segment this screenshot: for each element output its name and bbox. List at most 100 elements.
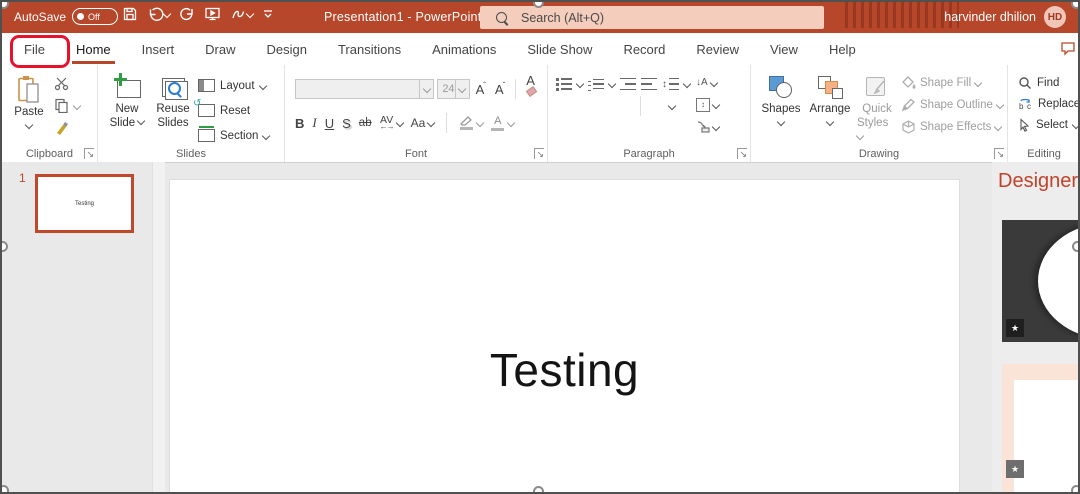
cut-button[interactable] [54, 73, 80, 94]
designer-suggestion-1[interactable]: ★ [1002, 220, 1080, 342]
chevron-down-icon[interactable] [73, 101, 81, 109]
slide-canvas[interactable]: Testing [170, 180, 959, 494]
copy-button[interactable] [54, 95, 80, 116]
align-text-icon: ↕ [696, 98, 710, 112]
chevron-down-icon [996, 100, 1004, 108]
chevron-down-icon[interactable] [576, 80, 584, 88]
chevron-down-icon[interactable] [163, 10, 171, 18]
shape-fill-button[interactable]: Shape Fill [901, 73, 1003, 92]
character-spacing-button[interactable]: AV←→ [380, 116, 394, 131]
font-dialog-launcher[interactable]: ↘ [534, 148, 544, 159]
text-direction-button[interactable]: ↓A [696, 73, 719, 92]
shape-fill-icon [901, 76, 916, 90]
clear-formatting-button[interactable]: A [523, 73, 547, 104]
search-bar[interactable] [480, 6, 824, 29]
clipboard-dialog-launcher[interactable]: ↘ [84, 148, 94, 159]
undo-button[interactable] [147, 6, 170, 22]
avatar[interactable]: HD [1044, 6, 1066, 28]
chevron-down-icon [25, 121, 33, 129]
autosave-switch[interactable]: Off [72, 8, 118, 25]
chevron-down-icon[interactable] [427, 119, 435, 127]
align-text-button[interactable]: ↕ [696, 95, 719, 114]
chevron-down-icon [137, 117, 145, 125]
search-input[interactable] [519, 10, 753, 26]
tab-insert[interactable]: Insert [140, 42, 177, 57]
thumbnail-scrollbar[interactable] [152, 162, 165, 492]
tab-slide-show[interactable]: Slide Show [525, 42, 594, 57]
decrease-indent-icon[interactable] [620, 78, 636, 91]
reset-button[interactable]: Reset [198, 100, 269, 121]
bullets-icon[interactable] [556, 78, 572, 91]
ink-mode-button[interactable] [230, 6, 253, 22]
slide-number: 1 [19, 171, 26, 185]
convert-smartart-button[interactable] [696, 117, 719, 136]
replace-button[interactable]: bc Replace [1018, 93, 1080, 114]
tab-transitions[interactable]: Transitions [336, 42, 403, 57]
decrease-font-size-button[interactable]: Aˇ [492, 81, 508, 97]
tab-animations[interactable]: Animations [430, 42, 498, 57]
format-painter-button[interactable] [54, 117, 80, 138]
slide-title-text[interactable]: Testing [170, 343, 959, 397]
comments-icon [1060, 41, 1076, 56]
section-button[interactable]: Section [198, 125, 269, 146]
shape-outline-button[interactable]: Shape Outline [901, 95, 1003, 114]
eraser-icon [526, 86, 537, 97]
increase-font-size-button[interactable]: Aˆ [473, 81, 489, 97]
paragraph-dialog-launcher[interactable]: ↘ [737, 148, 747, 159]
selection-handle-right[interactable] [1072, 241, 1080, 252]
chevron-down-icon[interactable] [507, 119, 515, 127]
change-case-button[interactable]: Aa [411, 116, 426, 130]
numbering-icon[interactable] [588, 78, 604, 91]
bold-button[interactable]: B [295, 116, 304, 131]
redo-icon [179, 6, 195, 22]
shape-effects-button[interactable]: Shape Effects [901, 117, 1003, 136]
start-slideshow-button[interactable] [204, 6, 221, 22]
chevron-down-icon[interactable] [668, 102, 676, 110]
text-shadow-button[interactable]: S [342, 116, 351, 131]
replace-icon: bc [1018, 97, 1033, 111]
increase-indent-icon[interactable] [641, 78, 657, 91]
tab-help[interactable]: Help [827, 42, 858, 57]
layout-label: Layout [220, 80, 255, 92]
chevron-down-icon[interactable] [476, 119, 484, 127]
chevron-down-icon[interactable] [246, 10, 254, 18]
selection-handle-bottom-left[interactable] [0, 485, 9, 494]
drawing-dialog-launcher[interactable]: ↘ [994, 148, 1004, 159]
text-highlight-button[interactable] [459, 116, 473, 130]
customize-qat-button[interactable] [262, 8, 274, 20]
chevron-down-icon [712, 122, 720, 130]
font-color-button[interactable]: A [491, 116, 504, 131]
italic-button[interactable]: I [312, 115, 316, 131]
find-button[interactable]: Find [1018, 72, 1080, 93]
tab-design[interactable]: Design [265, 42, 309, 57]
quick-styles-label-1: Quick [862, 102, 891, 116]
tab-review[interactable]: Review [694, 42, 741, 57]
font-size-select[interactable]: 24 [437, 79, 469, 99]
comments-button[interactable] [1060, 41, 1076, 56]
layout-button[interactable]: Layout [198, 75, 269, 96]
font-name-select[interactable] [295, 79, 434, 99]
chevron-down-icon[interactable] [683, 80, 691, 88]
chevron-down-icon[interactable] [395, 119, 403, 127]
font-group: 24 Aˆ Aˇ A B I U S ab AV←→ Aa [285, 65, 548, 162]
designer-suggestion-2[interactable]: ★ [1002, 364, 1080, 494]
redo-button[interactable] [179, 6, 195, 22]
tab-draw[interactable]: Draw [203, 42, 237, 57]
selection-handle-bottom-right[interactable] [1071, 485, 1080, 494]
tab-home[interactable]: Home [74, 42, 113, 57]
save-button[interactable] [122, 6, 138, 22]
underline-button[interactable]: U [325, 116, 334, 131]
strikethrough-button[interactable]: ab [359, 117, 372, 129]
shape-outline-icon [901, 98, 916, 112]
selection-handle-bottom-center[interactable] [533, 486, 544, 494]
line-spacing-icon[interactable]: ↕ [662, 78, 679, 91]
slides-group-label: Slides [98, 148, 284, 160]
tab-view[interactable]: View [768, 42, 800, 57]
tab-record[interactable]: Record [621, 42, 667, 57]
selection-handle-top-right[interactable] [1071, 0, 1080, 9]
select-button[interactable]: Select [1018, 114, 1080, 135]
account-chip[interactable]: harvinder dhilion HD [944, 6, 1066, 28]
slide-1-thumbnail[interactable]: Testing [35, 174, 134, 233]
chevron-down-icon[interactable] [608, 80, 616, 88]
autosave-toggle[interactable]: AutoSave Off [14, 8, 118, 25]
